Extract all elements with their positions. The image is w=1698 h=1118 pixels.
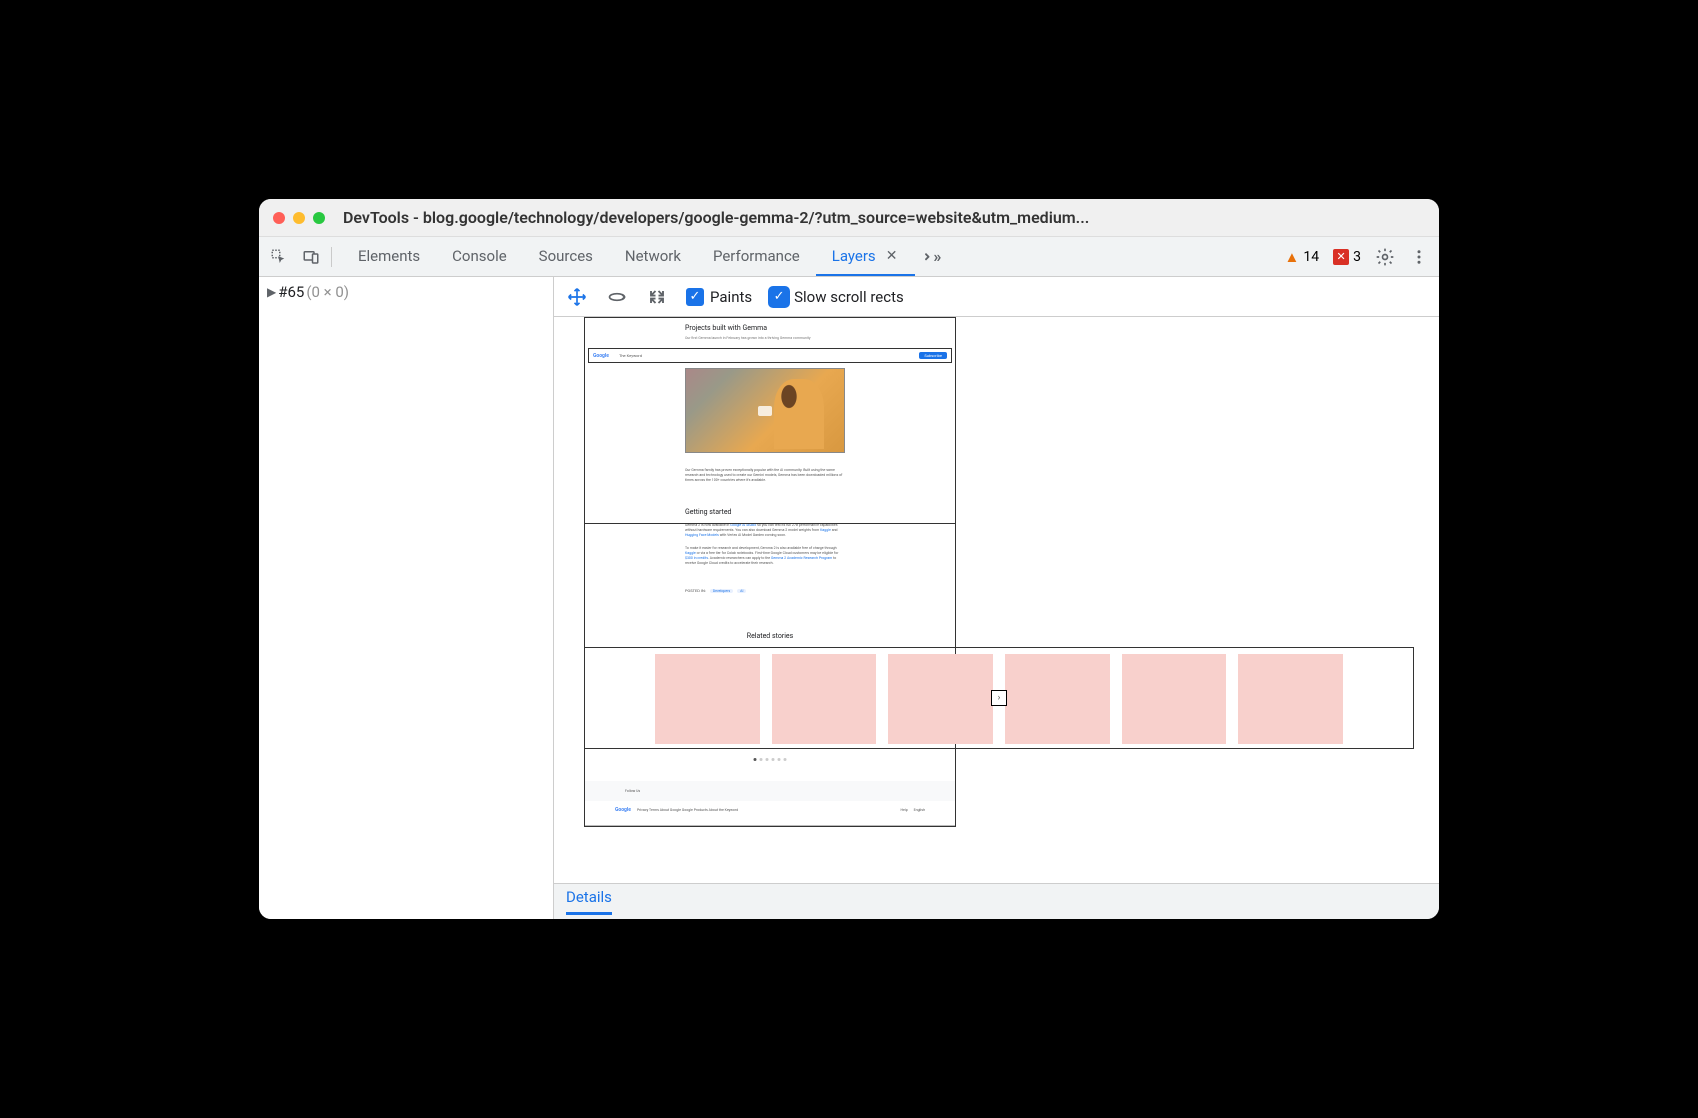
warnings-count: 14 xyxy=(1303,249,1319,265)
layers-viewport[interactable]: Projects built with Gemma Our first Gemm… xyxy=(554,317,1439,883)
layer-tree-item[interactable]: ▶ #65 (0 × 0) xyxy=(267,283,545,301)
subscribe-button: Subscribe xyxy=(919,352,947,359)
layer-dimensions: (0 × 0) xyxy=(306,283,349,301)
layers-toolbar: ✓ Paints ✓ Slow scroll rects xyxy=(554,277,1439,317)
related-card xyxy=(888,654,993,744)
paints-checkbox-group[interactable]: ✓ Paints xyxy=(686,288,752,306)
preview-section-2: Getting started xyxy=(685,508,732,516)
posted-tag-2: AI xyxy=(737,589,746,593)
panel-tabs: Elements Console Sources Network Perform… xyxy=(342,238,941,276)
slow-scroll-checkbox[interactable]: ✓ xyxy=(770,288,788,306)
devtools-window: DevTools - blog.google/technology/develo… xyxy=(259,199,1439,919)
layers-content: ✓ Paints ✓ Slow scroll rects Projects bu… xyxy=(554,277,1439,919)
slow-scroll-checkbox-group[interactable]: ✓ Slow scroll rects xyxy=(770,288,904,306)
posted-in-label: POSTED IN: xyxy=(685,588,706,593)
related-stories-layer[interactable]: › xyxy=(584,647,1414,749)
traffic-lights xyxy=(273,212,325,224)
details-panel: Details xyxy=(554,883,1439,919)
toolbar-left-icons xyxy=(269,247,332,267)
main-toolbar: Elements Console Sources Network Perform… xyxy=(259,237,1439,277)
posted-in-row: POSTED IN: Developers AI xyxy=(685,588,746,593)
keyword-text: The Keyword xyxy=(619,353,642,358)
preview-paragraph-2: Gemma 2 is now available in Google AI St… xyxy=(685,523,845,538)
errors-badge[interactable]: ✕ 3 xyxy=(1333,249,1361,265)
layers-sidebar: ▶ #65 (0 × 0) xyxy=(259,277,554,919)
page-indicator xyxy=(754,758,787,761)
warnings-badge[interactable]: ▲ 14 xyxy=(1285,248,1320,266)
layer-name: #65 xyxy=(278,283,304,301)
errors-count: 3 xyxy=(1353,249,1361,265)
carousel-next-icon: › xyxy=(991,690,1007,706)
related-card xyxy=(1122,654,1227,744)
inspect-element-icon[interactable] xyxy=(269,247,289,267)
more-tabs-icon[interactable]: » xyxy=(921,247,941,267)
tab-performance[interactable]: Performance xyxy=(697,238,816,276)
posted-tag: Developers xyxy=(710,589,733,593)
tab-layers[interactable]: Layers ✕ xyxy=(816,238,916,276)
close-window-button[interactable] xyxy=(273,212,285,224)
more-menu-icon[interactable] xyxy=(1409,247,1429,267)
pan-mode-icon[interactable] xyxy=(566,286,588,308)
window-title: DevTools - blog.google/technology/develo… xyxy=(343,208,1425,227)
preview-paragraph-1: Our Gemma family has proven exceptionall… xyxy=(685,468,845,483)
related-stories-heading: Related stories xyxy=(747,632,793,640)
reset-view-icon[interactable] xyxy=(646,286,668,308)
preview-subtitle: Our first Gemma launch in February has g… xyxy=(685,336,835,340)
layers-canvas[interactable]: Projects built with Gemma Our first Gemm… xyxy=(584,317,1414,857)
settings-icon[interactable] xyxy=(1375,247,1395,267)
maximize-window-button[interactable] xyxy=(313,212,325,224)
related-card xyxy=(1238,654,1343,744)
footer-links-row: Google Privacy Terms About Google Google… xyxy=(585,802,955,818)
footer-lang: English xyxy=(914,808,925,812)
related-card xyxy=(772,654,877,744)
paints-checkbox[interactable]: ✓ xyxy=(686,288,704,306)
tab-sources[interactable]: Sources xyxy=(523,238,609,276)
minimize-window-button[interactable] xyxy=(293,212,305,224)
warning-icon: ▲ xyxy=(1285,248,1300,266)
main-area: ▶ #65 (0 × 0) xyxy=(259,277,1439,919)
footer-follow-row: Follow Us xyxy=(585,781,955,801)
preview-section-title: Projects built with Gemma xyxy=(685,324,767,332)
tab-network[interactable]: Network xyxy=(609,238,697,276)
tab-layers-label: Layers xyxy=(832,247,876,265)
details-tab[interactable]: Details xyxy=(566,888,612,915)
footer-help: Help xyxy=(901,808,908,812)
preview-video-thumb xyxy=(685,368,845,453)
preview-paragraph-3: To make it easier for research and devel… xyxy=(685,546,845,566)
footer-google-logo: Google xyxy=(615,807,631,813)
close-icon[interactable]: ✕ xyxy=(884,248,900,264)
toolbar-right: ▲ 14 ✕ 3 xyxy=(1285,247,1429,267)
chevron-right-icon: ▶ xyxy=(267,285,276,299)
footer-links: Privacy Terms About Google Google Produc… xyxy=(637,808,738,812)
paints-label: Paints xyxy=(710,288,752,306)
follow-us-label: Follow Us xyxy=(625,789,640,793)
tab-elements[interactable]: Elements xyxy=(342,238,436,276)
error-icon: ✕ xyxy=(1333,249,1349,265)
google-brand: Google xyxy=(593,353,609,359)
device-toolbar-icon[interactable] xyxy=(301,247,321,267)
related-card xyxy=(1005,654,1110,744)
preview-nav-bar: Google The Keyword Subscribe xyxy=(588,348,952,363)
titlebar: DevTools - blog.google/technology/develo… xyxy=(259,199,1439,237)
rotate-mode-icon[interactable] xyxy=(606,286,628,308)
related-card xyxy=(655,654,760,744)
slow-scroll-label: Slow scroll rects xyxy=(794,288,904,306)
tab-console[interactable]: Console xyxy=(436,238,523,276)
page-layer[interactable]: Projects built with Gemma Our first Gemm… xyxy=(584,317,956,827)
